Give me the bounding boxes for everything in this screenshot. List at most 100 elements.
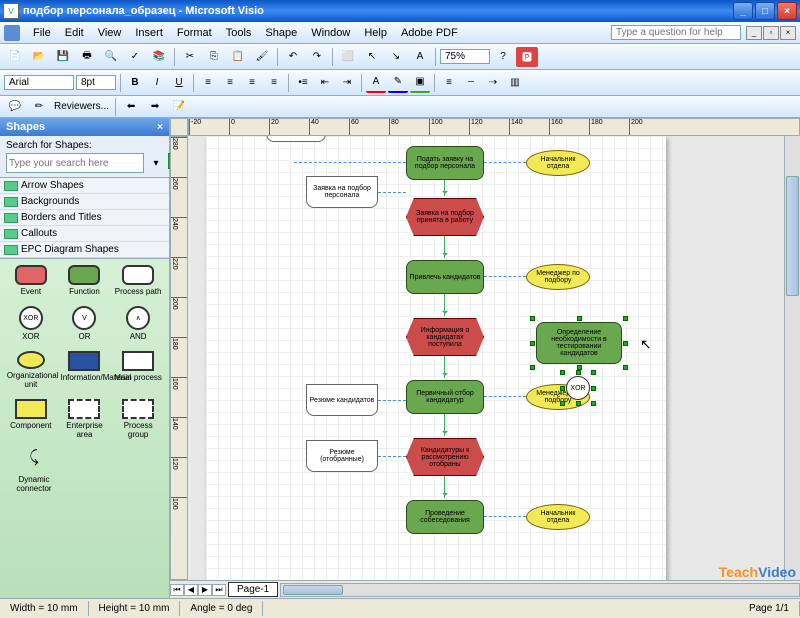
doc-restore[interactable]: ▫ [763, 26, 779, 40]
node-org-unit[interactable]: Начальник отдела [526, 504, 590, 530]
comment-button[interactable]: 💬 [4, 97, 26, 117]
preview-button[interactable]: 🔍 [100, 47, 122, 67]
tab-last-button[interactable]: ⏭ [212, 584, 226, 596]
new-button[interactable]: 📄 [4, 47, 26, 67]
theme-button[interactable]: ▥ [505, 73, 525, 93]
help-input[interactable] [611, 25, 741, 40]
menu-view[interactable]: View [91, 24, 129, 42]
connector-dashed[interactable] [484, 162, 526, 163]
doc-minimize[interactable]: _ [746, 26, 762, 40]
tab-prev-button[interactable]: ◀ [184, 584, 198, 596]
node-event[interactable]: Информация о кандидатах поступила [406, 318, 484, 356]
connector-dashed[interactable] [484, 396, 526, 397]
node-doc[interactable]: Резюме кандидатов [306, 384, 378, 416]
node-event[interactable]: Заявка на подбор принята в работу [406, 198, 484, 236]
cut-button[interactable]: ✂ [179, 47, 201, 67]
menu-insert[interactable]: Insert [128, 24, 170, 42]
copy-button[interactable]: ⎘ [203, 47, 225, 67]
align-center-button[interactable]: ≡ [220, 73, 240, 93]
connector[interactable] [444, 294, 445, 316]
node-org-unit[interactable]: Начальник отдела [526, 150, 590, 176]
connector[interactable] [444, 476, 445, 498]
connector-dashed[interactable] [378, 192, 406, 193]
minimize-button[interactable]: _ [733, 2, 753, 20]
connector-dashed[interactable] [484, 276, 526, 277]
horizontal-scrollbar[interactable] [280, 583, 800, 597]
zoom-input[interactable] [440, 49, 490, 64]
connector[interactable] [444, 414, 445, 436]
line-pattern-button[interactable]: ┄ [461, 73, 481, 93]
tab-page1[interactable]: Page-1 [228, 582, 278, 597]
menu-window[interactable]: Window [304, 24, 357, 42]
node-doc[interactable]: Резюме (отобранные) [306, 440, 378, 472]
close-button[interactable]: × [777, 2, 797, 20]
line-weight-button[interactable]: ≡ [439, 73, 459, 93]
bold-button[interactable]: B [125, 73, 145, 93]
maximize-button[interactable]: □ [755, 2, 775, 20]
shape-and[interactable]: ∧AND [114, 306, 162, 341]
reviewers-dropdown[interactable]: Reviewers... [52, 97, 111, 117]
menu-file[interactable]: File [26, 24, 58, 42]
menu-help[interactable]: Help [357, 24, 394, 42]
stencil-item[interactable]: Backgrounds [0, 194, 169, 210]
shape-info-material[interactable]: Information/Material [60, 351, 108, 389]
stencil-item[interactable]: Arrow Shapes [0, 178, 169, 194]
connector[interactable] [444, 356, 445, 378]
node-doc[interactable]: Заявка на подбор персонала [306, 176, 378, 208]
align-justify-button[interactable]: ≡ [264, 73, 284, 93]
shape-component[interactable]: Component [7, 399, 55, 439]
horizontal-ruler[interactable]: -20020406080100120140160180200 [188, 118, 800, 136]
undo-button[interactable]: ↶ [282, 47, 304, 67]
connector-button[interactable]: ↘ [385, 47, 407, 67]
font-size-select[interactable] [76, 75, 116, 90]
open-button[interactable]: 📂 [28, 47, 50, 67]
spell-button[interactable]: ✓ [124, 47, 146, 67]
italic-button[interactable]: I [147, 73, 167, 93]
shape-process-path[interactable]: Process path [114, 265, 162, 296]
shape-or[interactable]: VOR [60, 306, 108, 341]
doc-close[interactable]: × [780, 26, 796, 40]
shape-main-process[interactable]: Main process [114, 351, 162, 389]
node-doc[interactable] [266, 136, 326, 142]
search-dropdown-icon[interactable]: ▾ [146, 153, 166, 173]
underline-button[interactable]: U [169, 73, 189, 93]
node-event[interactable]: Кандидатуры к рассмотрению отобраны [406, 438, 484, 476]
next-button[interactable]: ➡ [144, 97, 166, 117]
stencil-item[interactable]: Callouts [0, 226, 169, 242]
help-button[interactable]: ? [492, 47, 514, 67]
menu-edit[interactable]: Edit [58, 24, 91, 42]
align-right-button[interactable]: ≡ [242, 73, 262, 93]
connector-dashed[interactable] [378, 400, 406, 401]
bullets-button[interactable]: •≡ [293, 73, 313, 93]
tab-next-button[interactable]: ▶ [198, 584, 212, 596]
redo-button[interactable]: ↷ [306, 47, 328, 67]
shape-enterprise-area[interactable]: Enterprise area [60, 399, 108, 439]
shape-event[interactable]: Event [7, 265, 55, 296]
pointer-button[interactable]: ↖ [361, 47, 383, 67]
node-function[interactable]: Первичный отбор кандидатур [406, 380, 484, 414]
menu-adobepdf[interactable]: Adobe PDF [394, 24, 465, 42]
align-left-button[interactable]: ≡ [198, 73, 218, 93]
save-button[interactable]: 💾 [52, 47, 74, 67]
track-button[interactable]: 📝 [168, 97, 190, 117]
sidebar-close-icon[interactable]: × [157, 122, 163, 133]
indent-dec-button[interactable]: ⇤ [315, 73, 335, 93]
selection-handles[interactable] [532, 318, 626, 368]
indent-inc-button[interactable]: ⇥ [337, 73, 357, 93]
connector[interactable] [444, 236, 445, 258]
menu-shape[interactable]: Shape [258, 24, 304, 42]
menu-format[interactable]: Format [170, 24, 219, 42]
research-button[interactable]: 📚 [148, 47, 170, 67]
text-button[interactable]: A [409, 47, 431, 67]
line-color-button[interactable]: ✎ [388, 73, 408, 93]
prev-button[interactable]: ⬅ [120, 97, 142, 117]
connector-dashed[interactable] [378, 456, 406, 457]
scrollbar-thumb[interactable] [283, 585, 343, 595]
fill-color-button[interactable]: ▣ [410, 73, 430, 93]
search-input[interactable] [6, 153, 144, 173]
menu-tools[interactable]: Tools [219, 24, 259, 42]
connector[interactable] [444, 180, 445, 196]
shape-xor[interactable]: XORXOR [7, 306, 55, 341]
shapes-button[interactable]: ⬜ [337, 47, 359, 67]
connector-dashed[interactable] [294, 162, 406, 163]
